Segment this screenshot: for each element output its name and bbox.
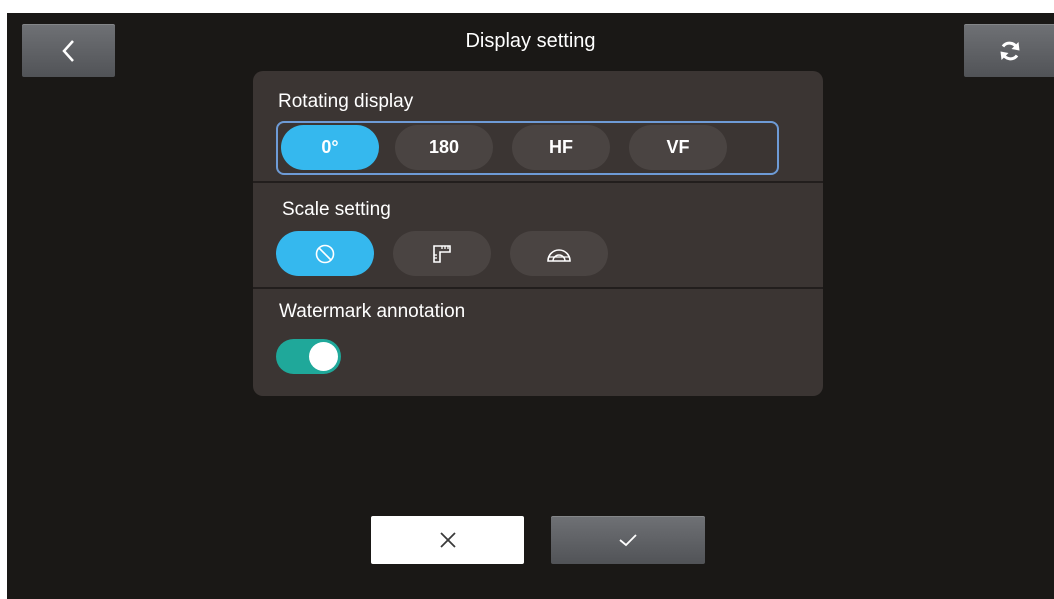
scale-setting-label: Scale setting bbox=[282, 199, 391, 220]
refresh-button[interactable] bbox=[964, 24, 1054, 77]
refresh-icon bbox=[998, 39, 1022, 63]
protractor-icon bbox=[546, 244, 572, 264]
confirm-button[interactable] bbox=[551, 516, 705, 564]
display-setting-screen: Display setting Rotating display 0° 180 … bbox=[7, 13, 1054, 599]
watermark-annotation-label: Watermark annotation bbox=[279, 301, 466, 322]
rotation-option-180[interactable]: 180 bbox=[395, 125, 493, 170]
settings-panel: Rotating display 0° 180 HF VF Scale sett… bbox=[253, 71, 823, 396]
rotating-display-label: Rotating display bbox=[278, 91, 414, 112]
scale-option-ruler[interactable] bbox=[393, 231, 491, 276]
rotation-option-0[interactable]: 0° bbox=[281, 125, 379, 170]
rotation-option-hf[interactable]: HF bbox=[512, 125, 610, 170]
no-scale-icon bbox=[314, 243, 336, 265]
divider bbox=[253, 181, 823, 183]
cancel-button[interactable] bbox=[371, 516, 524, 564]
scale-option-none[interactable] bbox=[276, 231, 374, 276]
rotation-segmented-control: 0° 180 HF VF bbox=[276, 121, 779, 175]
checkmark-icon bbox=[617, 532, 639, 548]
rotation-option-vf[interactable]: VF bbox=[629, 125, 727, 170]
watermark-toggle[interactable] bbox=[276, 339, 341, 374]
toggle-knob bbox=[309, 342, 338, 371]
close-icon bbox=[438, 530, 458, 550]
ruler-icon bbox=[431, 243, 453, 265]
page-title: Display setting bbox=[465, 30, 596, 52]
divider bbox=[253, 287, 823, 289]
scale-option-protractor[interactable] bbox=[510, 231, 608, 276]
